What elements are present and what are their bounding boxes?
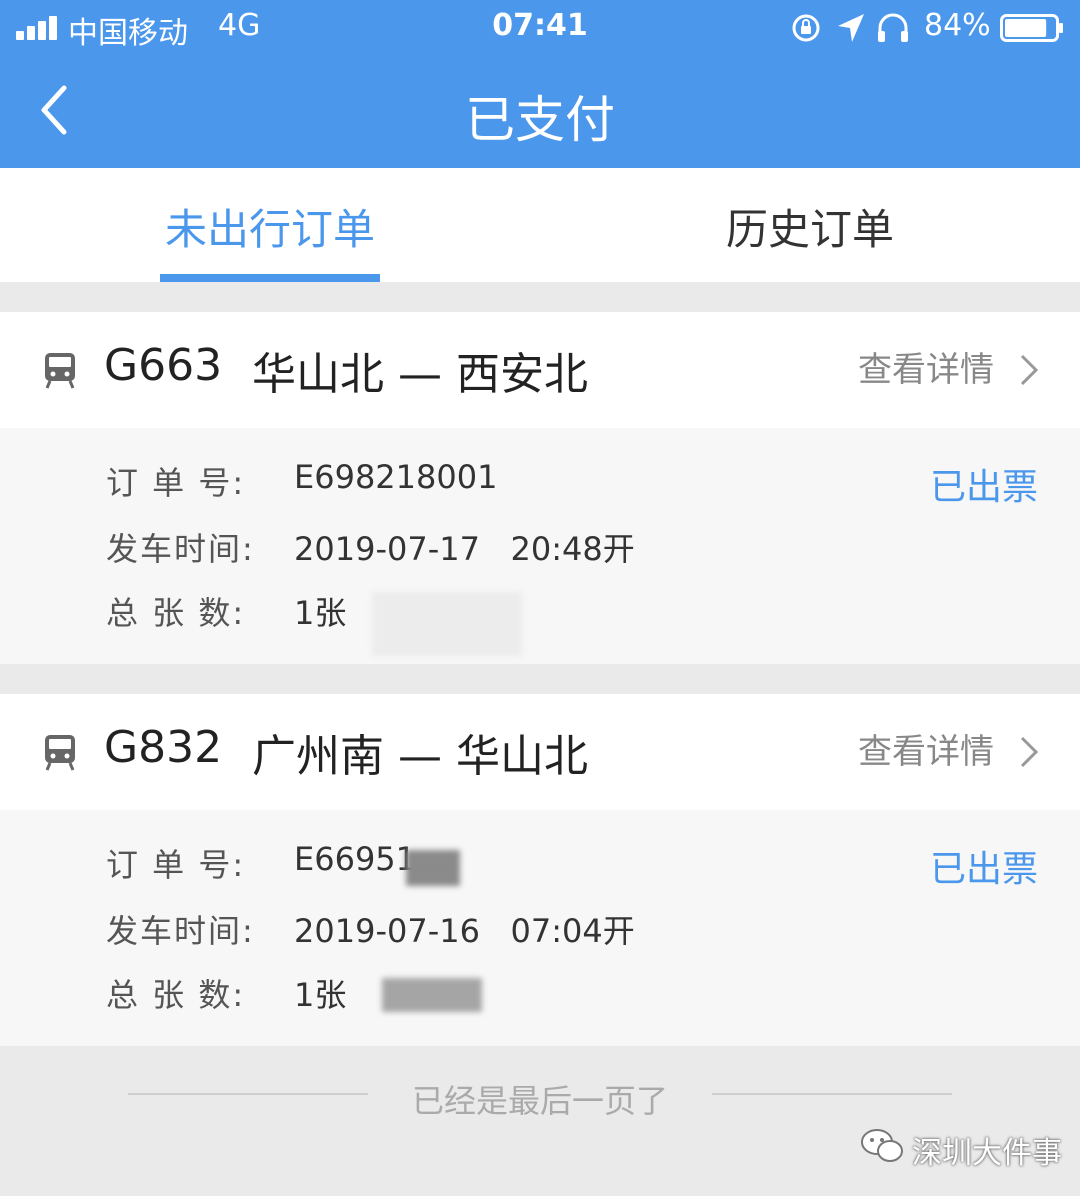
rotation-lock-icon (792, 14, 820, 42)
order-card[interactable]: G663 华山北 — 西安北 查看详情 已出票 订 单 号: E69821800… (0, 312, 1080, 664)
train-number: G663 (104, 340, 223, 391)
page-title: 已支付 (465, 91, 615, 149)
battery-icon (1000, 14, 1063, 42)
end-divider-right (712, 1093, 952, 1095)
view-details-link[interactable]: 查看详情 (858, 342, 994, 391)
active-tab-indicator (160, 274, 380, 282)
blurred-passenger (382, 978, 482, 1012)
end-of-list-text: 已经是最后一页了 (411, 1082, 668, 1120)
wechat-icon (861, 1129, 903, 1162)
battery-percent: 84% (924, 8, 991, 43)
tab-history-orders[interactable]: 历史订单 (720, 196, 900, 257)
route-stations: 广州南 — 华山北 (252, 731, 588, 782)
order-number-label: 订 单 号: (106, 846, 246, 884)
status-bar: 中国移动 4G 07:41 84% (0, 0, 1080, 56)
watermark-text: 深圳大件事 (912, 1136, 1062, 1171)
departure-time-value: 2019-07-17 20:48开 (294, 530, 635, 568)
route-stations: 华山北 — 西安北 (252, 349, 588, 400)
app-screen: 中国移动 4G 07:41 84% 已支付 未出行订单 历史订单 G663 华山… (0, 0, 1080, 1196)
departure-time-label: 发车时间: (106, 530, 255, 568)
chevron-right-icon (1020, 354, 1039, 386)
tab-upcoming-orders[interactable]: 未出行订单 (160, 196, 380, 257)
train-icon (45, 735, 75, 771)
order-card-body: 已出票 订 单 号: E698218001 发车时间: 2019-07-17 2… (0, 428, 1080, 664)
train-icon (45, 353, 75, 389)
ticket-count-value: 1张 (294, 976, 347, 1014)
blurred-passenger (372, 592, 522, 656)
train-number: G832 (104, 722, 223, 773)
departure-time-value: 2019-07-16 07:04开 (294, 912, 635, 950)
order-card-body: 已出票 订 单 号: E66951 发车时间: 2019-07-16 07:04… (0, 810, 1080, 1046)
ticket-count-label: 总 张 数: (106, 976, 246, 1014)
nav-bar: 已支付 (0, 56, 1080, 168)
order-number-value: E698218001 (294, 458, 498, 496)
ticket-count-label: 总 张 数: (106, 594, 246, 632)
order-card-header: G832 广州南 — 华山北 查看详情 (0, 694, 1080, 810)
order-card-header: G663 华山北 — 西安北 查看详情 (0, 312, 1080, 428)
order-number-label: 订 单 号: (106, 464, 246, 502)
location-arrow-icon (838, 14, 864, 42)
ticket-status: 已出票 (930, 467, 1039, 508)
ticket-status: 已出票 (930, 849, 1039, 890)
tab-bar: 未出行订单 历史订单 (0, 168, 1080, 282)
blurred-order-number (406, 850, 460, 886)
status-time: 07:41 (492, 8, 588, 43)
headphones-icon (878, 13, 908, 42)
chevron-right-icon (1020, 736, 1039, 768)
departure-time-label: 发车时间: (106, 912, 255, 950)
ticket-count-value: 1张 (294, 594, 347, 632)
view-details-link[interactable]: 查看详情 (858, 724, 994, 773)
order-card[interactable]: G832 广州南 — 华山北 查看详情 已出票 订 单 号: E66951 发车… (0, 694, 1080, 1046)
order-number-value: E66951 (294, 840, 417, 878)
